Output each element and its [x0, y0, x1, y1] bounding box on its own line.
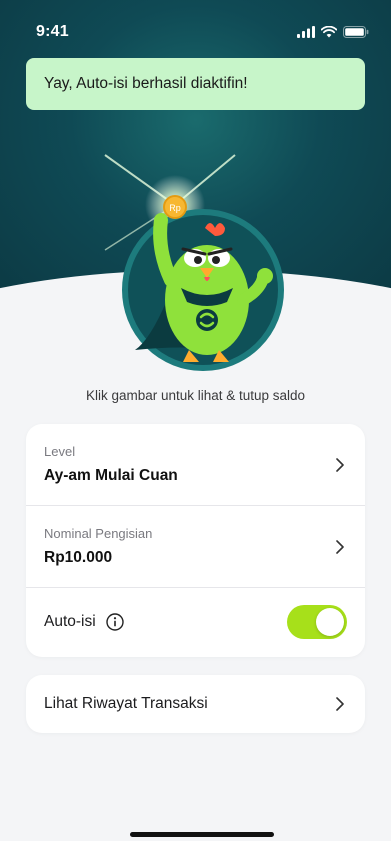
signal-icon	[297, 26, 315, 38]
status-time: 9:41	[36, 23, 69, 40]
chicken-mascot-icon: Rp	[104, 154, 284, 371]
info-icon[interactable]	[105, 613, 124, 631]
auto-isi-label: Auto-isi	[44, 613, 96, 630]
status-icons	[297, 26, 369, 38]
chevron-right-icon	[336, 457, 344, 472]
chevron-right-icon	[336, 539, 344, 554]
home-indicator	[130, 832, 274, 837]
history-card[interactable]: Lihat Riwayat Transaksi	[26, 675, 365, 733]
history-label: Lihat Riwayat Transaksi	[44, 695, 208, 712]
status-bar: 9:41	[0, 0, 391, 64]
history-row[interactable]: Lihat Riwayat Transaksi	[26, 675, 365, 733]
auto-isi-row: Auto-isi	[26, 588, 365, 656]
level-row[interactable]: Level Ay-am Mulai Cuan	[26, 424, 365, 506]
mascot-image[interactable]: Rp	[95, 150, 295, 380]
battery-icon	[343, 26, 369, 38]
toast-message: Yay, Auto-isi berhasil diaktifin!	[44, 75, 248, 92]
success-toast: Yay, Auto-isi berhasil diaktifin!	[26, 58, 365, 110]
wifi-icon	[321, 26, 337, 38]
level-value: Ay-am Mulai Cuan	[44, 467, 178, 484]
nominal-row[interactable]: Nominal Pengisian Rp10.000	[26, 506, 365, 588]
level-label: Level	[44, 444, 76, 459]
toggle-knob	[316, 608, 344, 636]
chevron-right-icon	[336, 697, 344, 711]
svg-text:Rp: Rp	[169, 203, 181, 213]
balance-hint: Klik gambar untuk lihat & tutup saldo	[85, 388, 306, 403]
auto-isi-toggle[interactable]	[287, 605, 347, 639]
settings-card: Level Ay-am Mulai Cuan Nominal Pengisian…	[26, 424, 365, 657]
nominal-value: Rp10.000	[44, 549, 113, 566]
nominal-label: Nominal Pengisian	[44, 526, 153, 541]
